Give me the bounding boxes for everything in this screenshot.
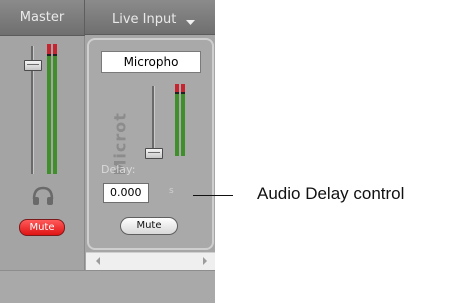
channel-name-value: Micropho bbox=[123, 55, 179, 69]
chevron-down-icon[interactable] bbox=[186, 4, 196, 39]
delay-input[interactable]: 0.000 bbox=[103, 183, 149, 203]
channel-fader-track[interactable] bbox=[152, 86, 154, 154]
callout-label: Audio Delay control bbox=[257, 184, 405, 203]
scroll-left-arrow-icon[interactable] bbox=[96, 257, 100, 265]
master-strip: Mute bbox=[0, 36, 85, 270]
channel-meter-left bbox=[175, 84, 179, 156]
mixer-panel: Master Live Input Mute Micropho Microt D… bbox=[0, 0, 215, 303]
panel-footer bbox=[0, 270, 215, 303]
live-input-channel: Micropho Microt Delay: 0.000 s Mute bbox=[87, 38, 214, 250]
channel-mute-label: Mute bbox=[136, 220, 162, 231]
tab-master-label: Master bbox=[19, 10, 65, 25]
delay-unit-label: s bbox=[169, 186, 174, 196]
callout-line bbox=[193, 195, 233, 196]
master-mute-label: Mute bbox=[29, 222, 55, 233]
master-mute-button[interactable]: Mute bbox=[19, 219, 65, 236]
headphones-icon[interactable] bbox=[31, 186, 55, 210]
master-fader-thumb[interactable] bbox=[24, 60, 42, 71]
channel-name-field[interactable]: Micropho bbox=[101, 51, 201, 73]
channel-fader-thumb[interactable] bbox=[145, 148, 163, 159]
master-meter-left bbox=[47, 44, 51, 174]
master-meter-right bbox=[53, 44, 57, 174]
tab-master[interactable]: Master bbox=[0, 0, 85, 36]
scroll-right-arrow-icon[interactable] bbox=[203, 257, 207, 265]
delay-value: 0.000 bbox=[110, 186, 142, 199]
channel-meter-right bbox=[181, 84, 185, 156]
horizontal-scrollbar[interactable] bbox=[86, 252, 215, 270]
tab-live-input-label: Live Input bbox=[112, 12, 177, 27]
delay-label: Delay: bbox=[101, 163, 136, 176]
channel-mute-button[interactable]: Mute bbox=[120, 217, 178, 235]
tab-live-input[interactable]: Live Input bbox=[85, 0, 215, 35]
